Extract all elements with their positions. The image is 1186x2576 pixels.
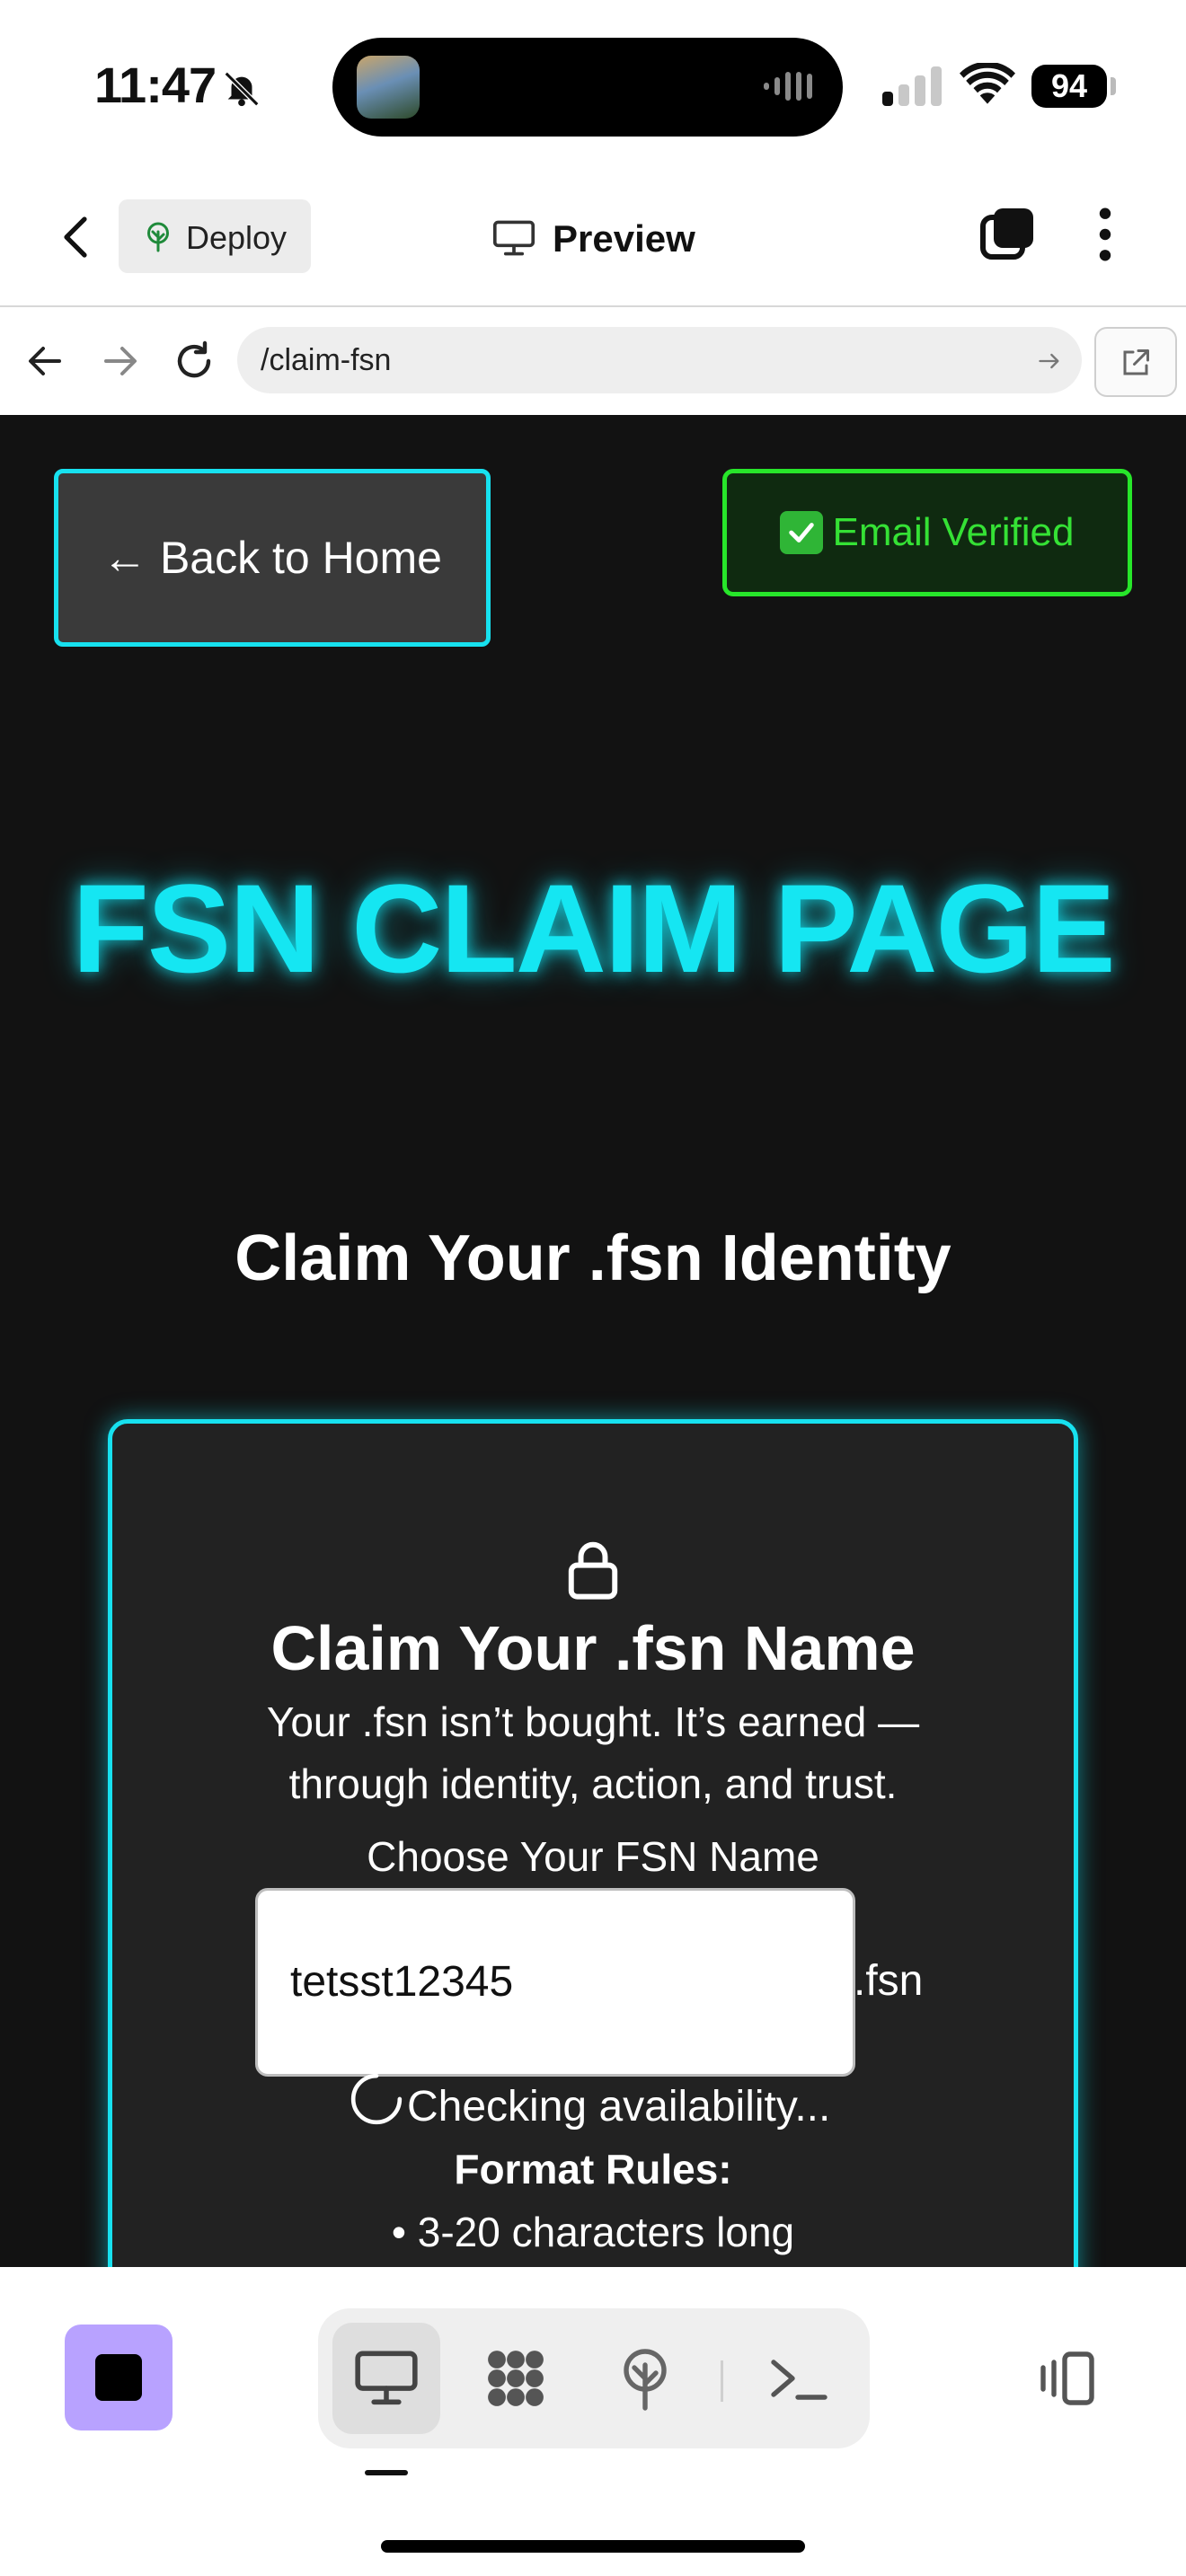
stop-button[interactable] [65,2325,173,2430]
app-header: Deploy Preview [0,171,1186,307]
deploy-label: Deploy [186,219,288,256]
fsn-suffix: .fsn [854,1957,924,2005]
url-text: /claim-fsn [261,343,392,377]
go-arrow-icon[interactable] [1037,348,1062,374]
signal-icon [882,66,942,106]
card-description: Your .fsn isn’t bought. It’s earned — th… [266,1698,920,1807]
battery-icon: 94 [1031,65,1107,108]
arrow-right-icon[interactable] [99,340,142,383]
active-indicator [365,2470,408,2475]
now-playing-artwork[interactable] [357,56,420,119]
page-subtitle: Claim Your .fsn Identity [235,1222,951,1294]
tabs-icon[interactable] [979,205,1037,262]
fsn-name-input[interactable]: tetsst12345 [255,1888,855,2077]
email-verified-label: Email Verified [832,510,1075,554]
url-bar: /claim-fsn [0,307,1186,417]
deploy-button[interactable]: Deploy [119,199,311,273]
status-time: 11:47 [94,57,217,113]
terminal-icon[interactable] [766,2346,830,2411]
monitor-icon [492,220,535,256]
bell-muted-icon [224,71,260,107]
home-indicator [381,2540,805,2553]
battery-nub [1111,77,1116,95]
layout-toggle-icon[interactable] [1035,2346,1100,2411]
stop-icon [95,2354,142,2401]
card-title: Claim Your .fsn Name [270,1613,916,1683]
deploy-tree-icon [147,222,169,252]
preview-label: Preview [553,217,695,260]
deploy-icon[interactable] [613,2346,677,2411]
more-vertical-icon[interactable] [1087,205,1123,264]
desktop-icon[interactable] [354,2346,419,2411]
integrations-icon[interactable] [483,2346,548,2411]
reload-icon[interactable] [173,340,216,383]
page-title: FSN CLAIM PAGE [72,858,1115,999]
external-link-icon [1123,349,1149,375]
format-rules-heading: Format Rules: [454,2146,732,2192]
audio-wave-icon [764,72,812,101]
arrow-left-icon[interactable] [23,340,66,383]
wifi-icon [960,63,1015,104]
lock-icon [568,1541,618,1600]
back-to-home-button[interactable]: ← Back to Home [54,469,491,647]
bottom-toolbar [0,2267,1186,2576]
switcher-divider [721,2360,723,2402]
status-bar: 11:47 94 [0,0,1186,171]
availability-status: Checking availability... [407,2083,831,2130]
chevron-left-icon[interactable] [56,214,99,260]
url-field[interactable]: /claim-fsn [237,327,1082,393]
loading-spinner-icon [350,2073,403,2125]
checkmark-icon [780,511,824,554]
email-verified-badge: Email Verified [722,469,1132,596]
fsn-name-label: Choose Your FSN Name [367,1833,819,1880]
open-external-button[interactable] [1094,327,1177,397]
format-rule-item: • 3-20 characters long [391,2209,795,2255]
web-content: ← Back to Home Email Verified FSN CLAIM … [0,415,1186,2267]
